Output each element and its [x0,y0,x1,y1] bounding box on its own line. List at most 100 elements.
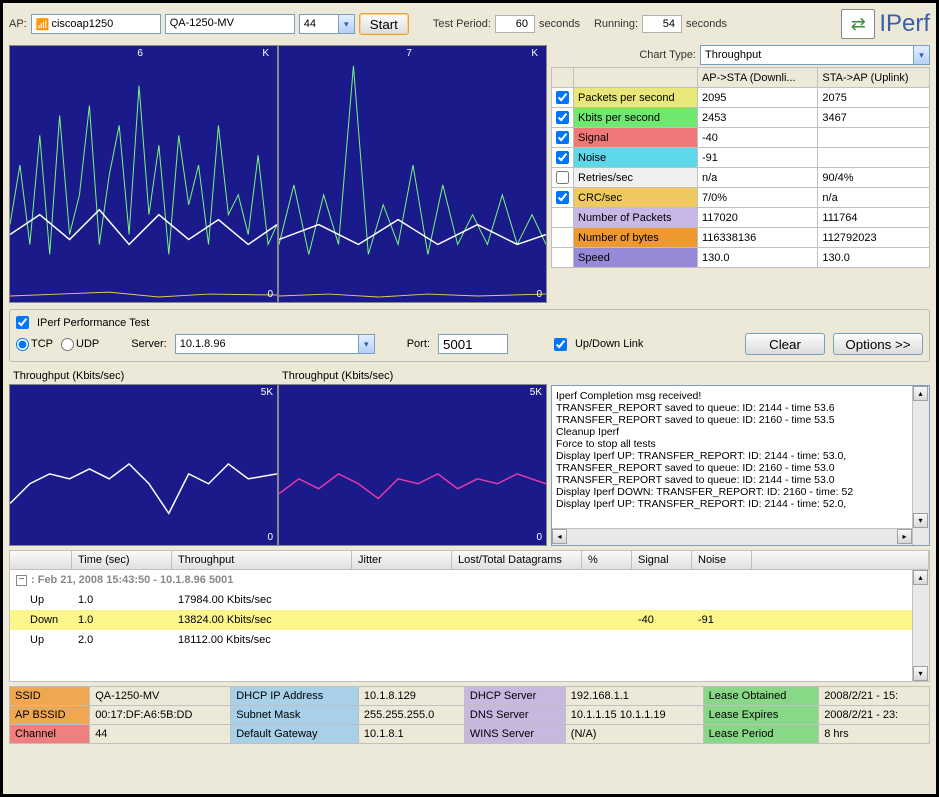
chk-pps[interactable] [556,91,569,104]
running-field: 54 [642,15,682,33]
radio-tcp[interactable] [16,338,29,351]
wifi-icon: 📶 [36,18,50,31]
seconds-label-2: seconds [686,18,727,30]
scroll-down-icon[interactable]: ▾ [913,513,928,528]
radio-udp[interactable] [61,338,74,351]
info-value: 00:17:DF:A6:5B:DD [90,706,231,725]
col-throughput[interactable]: Throughput [172,551,352,569]
ap-ssid-value: QA-1250-MV [170,17,234,29]
result-signal [632,632,692,648]
results-list[interactable]: − : Feb 21, 2008 15:43:50 - 10.1.8.96 50… [9,570,930,682]
iperf-title: IPerf [879,10,930,38]
col-uplink: STA->AP (Uplink) [818,68,930,88]
chart-type-label: Chart Type: [639,49,696,61]
col-downlink: AP->STA (Downli... [697,68,817,88]
info-label: WINS Server [464,725,565,744]
chart1-max: 6 [137,48,143,59]
chevron-down-icon[interactable]: ▾ [913,46,929,64]
tp1-min: 0 [267,532,273,543]
chart1-min: 0 [267,289,273,300]
tp2-min: 0 [536,532,542,543]
scroll-left-icon[interactable]: ◂ [552,529,567,544]
start-button[interactable]: Start [359,13,409,35]
info-label: SSID [10,687,90,706]
channel-combo[interactable]: 44 ▾ [299,14,355,34]
metric-value: 90/4% [818,168,930,188]
chart-type-value: Throughput [701,49,913,61]
scroll-right-icon[interactable]: ▸ [897,529,912,544]
col-noise[interactable]: Noise [692,551,752,569]
running-label: Running: [594,18,638,30]
downlink-chart: 6K 0 [9,45,278,303]
log-line: TRANSFER_REPORT saved to queue: ID: 2160… [556,414,925,426]
log-line: TRANSFER_REPORT saved to queue: ID: 2160… [556,462,925,474]
result-time: 2.0 [72,632,172,648]
chevron-down-icon[interactable]: ▾ [338,15,354,33]
log-textarea[interactable]: Iperf Completion msg received! TRANSFER_… [551,385,930,546]
chk-iperf-test[interactable] [16,316,29,329]
iperf-test-label: IPerf Performance Test [37,317,149,329]
ap-name-field[interactable]: 📶 ciscoap1250 [31,14,161,34]
col-lost[interactable]: Lost/Total Datagrams [452,551,582,569]
log-line: Force to stop all tests [556,438,925,450]
info-label: DHCP Server [464,687,565,706]
server-combo[interactable]: 10.1.8.96 ▾ [175,334,375,354]
col-pct[interactable]: % [582,551,632,569]
col-blank2[interactable] [752,551,929,569]
log-line: Display Iperf UP: TRANSFER_REPORT: ID: 2… [556,498,925,510]
channel-value: 44 [300,18,338,30]
result-row[interactable]: Up 1.0 17984.00 Kbits/sec [10,590,929,610]
result-signal: -40 [632,612,692,628]
scroll-down-icon[interactable]: ▾ [913,666,928,681]
metric-label: Packets per second [574,88,698,108]
info-label: Channel [10,725,90,744]
result-tp: 18112.00 Kbits/sec [172,632,352,648]
port-label: Port: [407,338,430,350]
port-field[interactable] [438,334,508,354]
log-line: Iperf Completion msg received! [556,390,925,402]
chart2-min: 0 [536,289,542,300]
chk-noise[interactable] [556,151,569,164]
result-tp: 17984.00 Kbits/sec [172,592,352,608]
metric-value: 111764 [818,208,930,228]
chk-kbps[interactable] [556,111,569,124]
log-line: Cleanup Iperf [556,426,925,438]
info-value: 255.255.255.0 [358,706,464,725]
clear-button[interactable]: Clear [745,333,825,355]
chk-signal[interactable] [556,131,569,144]
ap-ssid-field[interactable]: QA-1250-MV [165,14,295,34]
col-blank[interactable] [10,551,72,569]
throughput-chart-1: 5K 0 [9,384,278,546]
uplink-chart: 7K 0 [278,45,547,303]
info-value: 2008/2/21 - 15: [819,687,930,706]
col-jitter[interactable]: Jitter [352,551,452,569]
ap-name-value: ciscoap1250 [51,18,113,30]
info-value: 10.1.1.15 10.1.1.19 [565,706,703,725]
chart-type-combo[interactable]: Throughput ▾ [700,45,930,65]
test-period-field[interactable]: 60 [495,15,535,33]
chk-crc[interactable] [556,191,569,204]
chevron-down-icon[interactable]: ▾ [358,335,374,353]
chk-retries[interactable] [556,171,569,184]
chk-updown[interactable] [554,338,567,351]
info-label: Default Gateway [231,725,359,744]
results-columns: Time (sec) Throughput Jitter Lost/Total … [9,550,930,570]
tp1-max: 5K [261,387,273,398]
result-row[interactable]: Down 1.0 13824.00 Kbits/sec -40 -91 [10,610,929,630]
info-value: 10.1.8.129 [358,687,464,706]
result-dir: Up [10,632,72,648]
metric-value: 2095 [697,88,817,108]
scroll-up-icon[interactable]: ▴ [913,386,928,401]
metric-value [818,148,930,168]
tp-label-1: Throughput (Kbits/sec) [9,368,278,384]
scroll-up-icon[interactable]: ▴ [913,570,928,585]
session-header: : Feb 21, 2008 15:43:50 - 10.1.8.96 5001 [31,574,233,586]
options-button[interactable]: Options >> [833,333,923,355]
result-row[interactable]: Up 2.0 18112.00 Kbits/sec [10,630,929,650]
col-signal[interactable]: Signal [632,551,692,569]
col-time[interactable]: Time (sec) [72,551,172,569]
collapse-icon[interactable]: − [16,575,27,586]
result-dir: Up [10,592,72,608]
connection-info-table: SSID QA-1250-MV DHCP IP Address 10.1.8.1… [9,686,930,744]
metric-value: n/a [697,168,817,188]
